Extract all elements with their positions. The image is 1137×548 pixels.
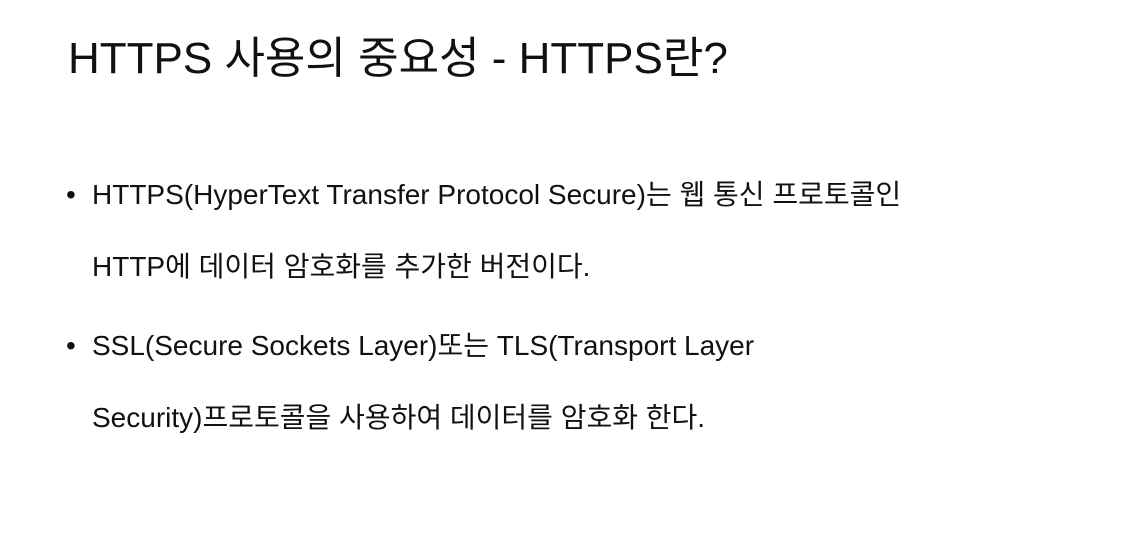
- bullet-text-line: HTTPS(HyperText Transfer Protocol Secure…: [92, 179, 902, 210]
- bullet-text-line: SSL(Secure Sockets Layer)또는 TLS(Transpor…: [92, 330, 755, 361]
- bullet-marker: •: [66, 330, 76, 361]
- bullet-text-line: HTTP에 데이터 암호화를 추가한 버전이다.: [92, 251, 591, 282]
- bullet-text-line: Security)프로토콜을 사용하여 데이터를 암호화 한다.: [92, 402, 706, 433]
- slide: HTTPS 사용의 중요성 - HTTPS란? • HTTPS(HyperTex…: [0, 0, 1137, 548]
- bullet-list: • HTTPS(HyperText Transfer Protocol Secu…: [0, 0, 1137, 548]
- bullet-marker: •: [66, 179, 76, 210]
